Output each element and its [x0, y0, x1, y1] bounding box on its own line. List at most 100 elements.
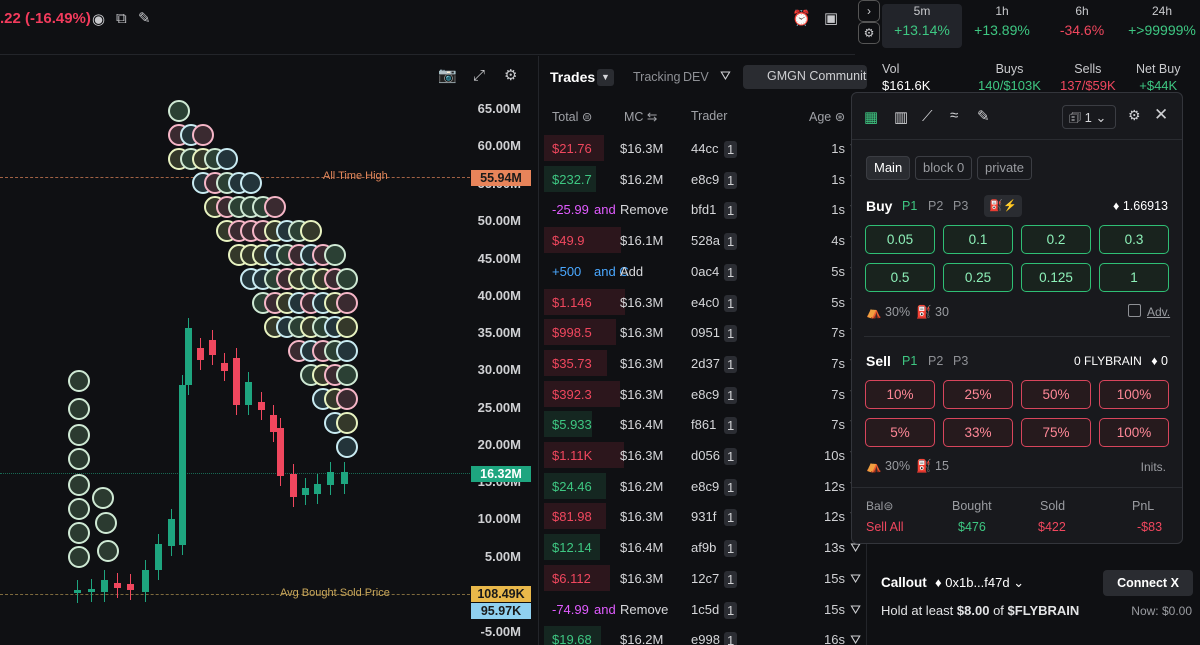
sell-amount-button[interactable]: 10% [865, 380, 935, 409]
trader-avatar[interactable] [288, 244, 310, 266]
buy-slippage[interactable]: ⛺ 30% [866, 305, 910, 320]
bar-chart-icon[interactable]: ▥ [894, 108, 908, 126]
trade-row[interactable]: $49.9$16.1M528a14s⛛ [540, 225, 867, 255]
trader-avatar[interactable] [336, 292, 358, 314]
trader-avatar[interactable] [168, 124, 190, 146]
trader-avatar[interactable] [288, 292, 310, 314]
timeframe-tab[interactable]: 5m +13.14% [882, 4, 962, 48]
trader-avatar[interactable] [300, 316, 322, 338]
trader-avatar[interactable] [240, 196, 262, 218]
trader-avatar[interactable] [312, 364, 334, 386]
trader-avatar[interactable] [324, 292, 346, 314]
sell-amount-button[interactable]: 5% [865, 418, 935, 447]
trader-avatar[interactable] [324, 412, 346, 434]
buy-amount-button[interactable]: 0.1 [943, 225, 1013, 254]
trader-avatar[interactable] [252, 196, 274, 218]
col-age[interactable]: Age ⊛ [809, 109, 845, 124]
trader-avatar[interactable] [312, 292, 334, 314]
trade-row[interactable]: -74.99 and Remove 1c5d 1 15s ⛛ [540, 594, 867, 624]
close-icon[interactable]: ✕ [1154, 105, 1168, 125]
trader-avatar[interactable] [204, 148, 226, 170]
sell-preset-p1[interactable]: P1 [902, 354, 917, 368]
trader-avatar[interactable] [240, 268, 262, 290]
sell-amount-button[interactable]: 33% [943, 418, 1013, 447]
trader-avatar[interactable] [300, 268, 322, 290]
adv-checkbox[interactable] [1128, 304, 1141, 317]
buy-amount-button[interactable]: 0.3 [1099, 225, 1169, 254]
col-mc[interactable]: MC ⇆ [624, 109, 657, 124]
trader-avatar[interactable] [288, 220, 310, 242]
buy-preset-p3[interactable]: P3 [953, 199, 968, 213]
filter-icon[interactable]: ⛛ [720, 68, 731, 84]
trade-row[interactable]: $1.11K$16.3Md056110s⛛ [540, 440, 867, 470]
buy-gas[interactable]: ⛽ 30 [916, 305, 949, 320]
wallet-select[interactable]: 🗊 1 ⌄ [1062, 105, 1116, 129]
trader-avatar[interactable] [228, 244, 250, 266]
trader-avatar[interactable] [288, 316, 310, 338]
dev-tab[interactable]: DEV [683, 70, 709, 84]
adv-link[interactable]: Adv. [1147, 305, 1170, 319]
trader-address[interactable]: e8c9 [691, 479, 719, 494]
trade-row[interactable]: -25.99andRemovebfd111s⛛ [540, 194, 867, 224]
row-filter-icon[interactable]: ⛛ [850, 571, 861, 587]
trader-avatar[interactable] [312, 244, 334, 266]
trader-avatar[interactable] [324, 364, 346, 386]
trader-avatar[interactable] [276, 316, 298, 338]
connect-x-button[interactable]: Connect X [1103, 570, 1193, 596]
buy-amount-button[interactable]: 1 [1099, 263, 1169, 292]
timeframe-tab[interactable]: 1h +13.89% [962, 4, 1042, 38]
eye-icon[interactable]: ◉ [92, 12, 105, 28]
trader-address[interactable]: 1c5d [691, 602, 719, 617]
pin-icon[interactable]: ✎ [138, 11, 151, 27]
edit-icon[interactable]: ✎ [977, 107, 990, 125]
sell-all-button[interactable]: Sell All [866, 520, 904, 534]
fullscreen-icon[interactable]: ⤢ [473, 68, 485, 84]
layout-icon[interactable]: ▣ [824, 11, 838, 27]
trades-tab[interactable]: Trades [550, 69, 595, 85]
line-chart-icon[interactable]: ⟋ [922, 108, 933, 125]
trader-avatar[interactable] [312, 316, 334, 338]
trader-address[interactable]: f861 [691, 417, 716, 432]
trade-row[interactable]: $21.76$16.3M44cc11s⛛ [540, 133, 867, 163]
trader-avatar[interactable] [300, 340, 322, 362]
trader-avatar[interactable] [95, 512, 117, 534]
trader-avatar[interactable] [192, 124, 214, 146]
trader-address[interactable]: e8c9 [691, 387, 719, 402]
trader-avatar[interactable] [336, 364, 358, 386]
sell-slippage[interactable]: ⛺ 30% [866, 459, 910, 474]
sell-amount-button[interactable]: 100% [1099, 380, 1169, 409]
trader-avatar[interactable] [68, 474, 90, 496]
trader-address[interactable]: 528a [691, 233, 720, 248]
sell-amount-button[interactable]: 25% [943, 380, 1013, 409]
trader-avatar[interactable] [336, 436, 358, 458]
trader-avatar[interactable] [276, 292, 298, 314]
collapse-arrow-icon[interactable]: › [858, 0, 880, 22]
trader-avatar[interactable] [336, 388, 358, 410]
trader-avatar[interactable] [168, 100, 190, 122]
sell-gas[interactable]: ⛽ 15 [916, 459, 949, 474]
trader-avatar[interactable] [252, 292, 274, 314]
trader-avatar[interactable] [68, 424, 90, 446]
trader-address[interactable]: 931f [691, 509, 716, 524]
trade-row[interactable]: $232.7$16.2Me8c911s⛛ [540, 164, 867, 194]
trader-address[interactable]: 0951 [691, 325, 720, 340]
buy-amount-button[interactable]: 0.25 [943, 263, 1013, 292]
trader-avatar[interactable] [68, 448, 90, 470]
trader-address[interactable]: e8c9 [691, 172, 719, 187]
trader-avatar[interactable] [68, 370, 90, 392]
trader-avatar[interactable] [264, 244, 286, 266]
trade-row[interactable]: $5.933$16.4Mf86117s⛛ [540, 409, 867, 439]
trader-avatar[interactable] [228, 220, 250, 242]
wave-icon[interactable]: ≈ [950, 107, 958, 124]
trader-avatar[interactable] [228, 196, 250, 218]
trader-avatar[interactable] [216, 196, 238, 218]
sell-preset-p3[interactable]: P3 [953, 354, 968, 368]
trader-avatar[interactable] [240, 220, 262, 242]
trader-avatar[interactable] [324, 340, 346, 362]
sell-amount-button[interactable]: 100% [1099, 418, 1169, 447]
trader-avatar[interactable] [204, 196, 226, 218]
trade-row[interactable]: $998.5$16.3M095117s⛛ [540, 317, 867, 347]
buy-amount-button[interactable]: 0.125 [1021, 263, 1091, 292]
buy-amount-button[interactable]: 0.5 [865, 263, 935, 292]
trader-avatar[interactable] [240, 172, 262, 194]
